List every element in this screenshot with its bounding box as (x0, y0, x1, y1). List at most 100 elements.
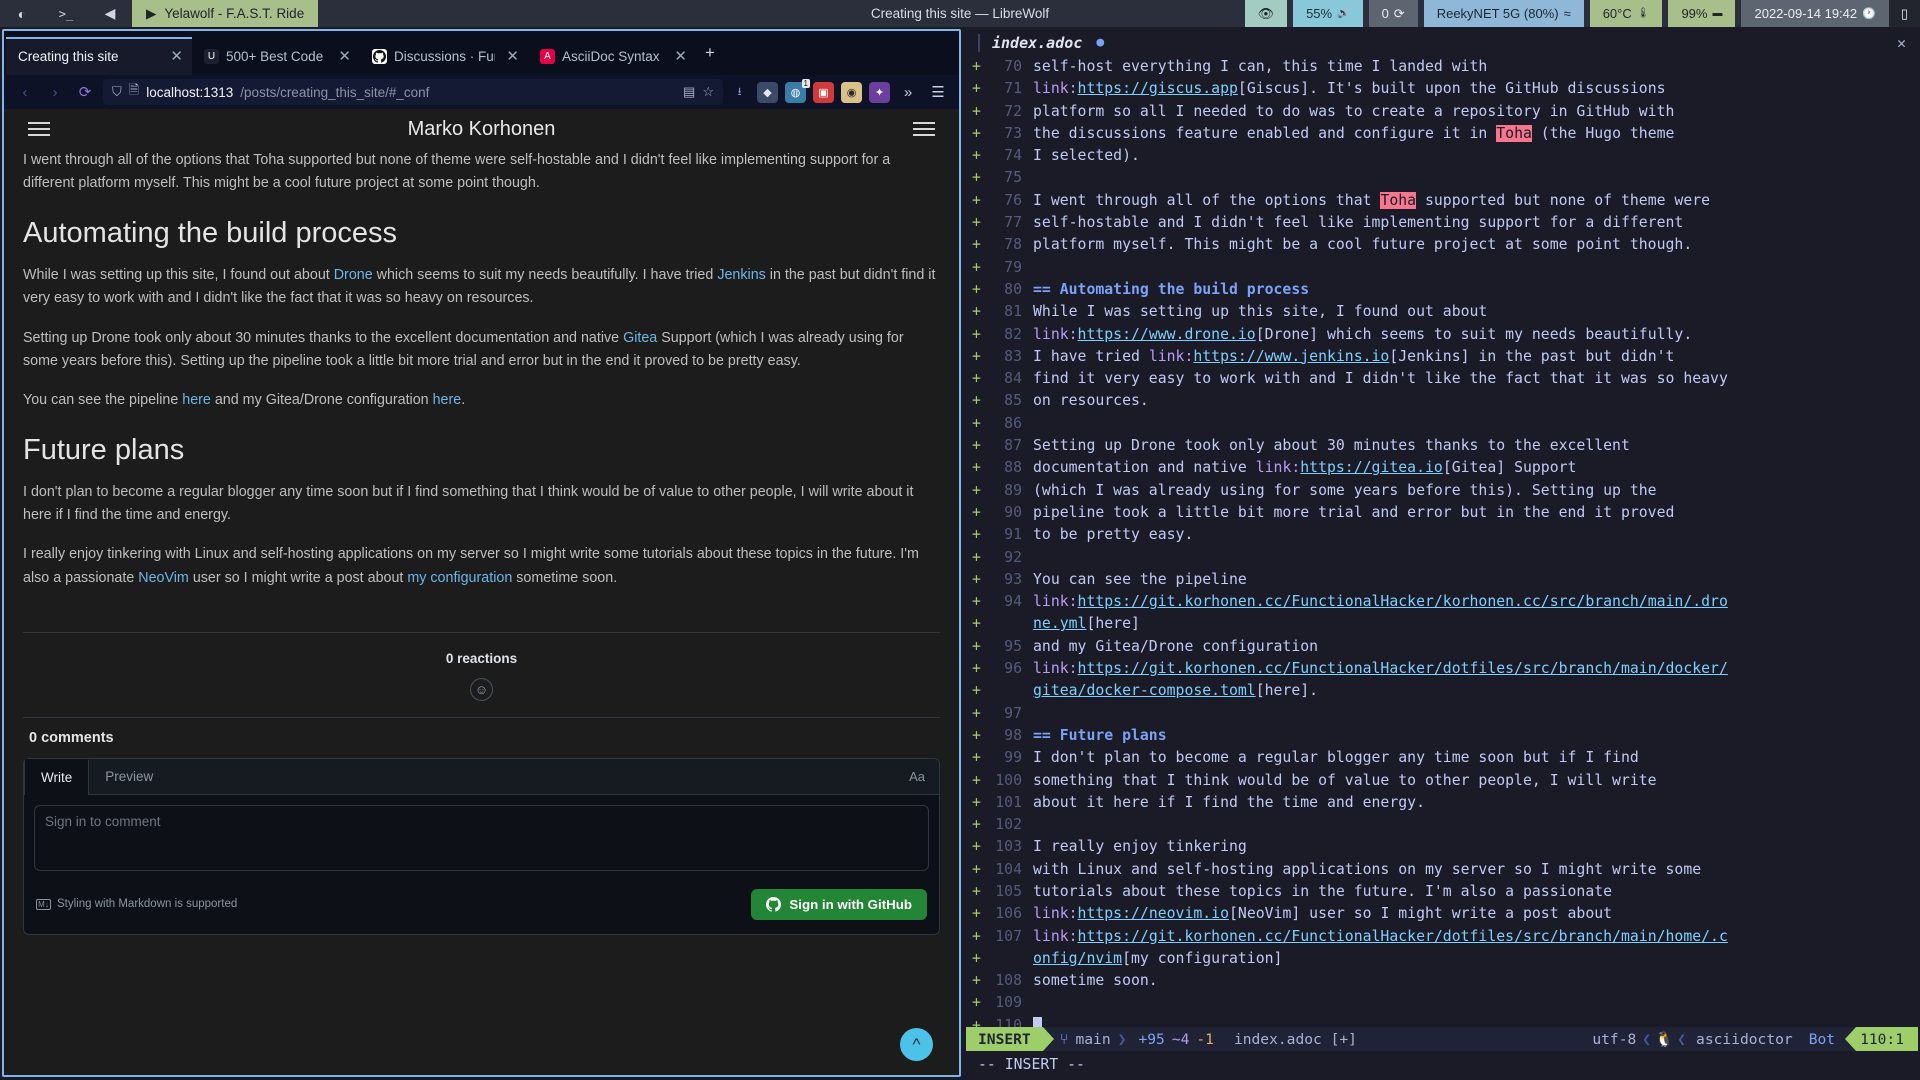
tab-close-icon[interactable]: ✕ (502, 47, 519, 65)
web-page: Marko Korhonen I went through all of the… (4, 109, 959, 1075)
extension-red-icon[interactable]: ▣ (813, 81, 834, 103)
app-menu-button[interactable]: ☰ (926, 80, 950, 104)
editor-line: +101 about it here if I find the time and… (966, 792, 1918, 814)
heading-automating-build: Automating the build process (23, 217, 397, 250)
eye-module[interactable]: 👁 (1244, 0, 1288, 27)
workspace-terminal[interactable]: >_ (44, 0, 88, 27)
line-number: 73 (1004, 124, 1022, 142)
tab-title: AsciiDoc Syntax Quick (562, 48, 663, 64)
browser-tab[interactable]: Creating this site ✕ (6, 37, 192, 75)
battery-icon: ▬ (1712, 8, 1723, 19)
browser-tab[interactable]: U 500+ Best Code Pictur ✕ (192, 37, 360, 75)
download-icon[interactable]: ⭳ (729, 82, 750, 103)
line-number: 75 (1004, 169, 1022, 187)
text: You can see the pipeline (23, 391, 183, 408)
tab-close-icon[interactable]: ✕ (166, 47, 183, 65)
tab-favicon-icon: A (540, 48, 555, 64)
workspace-telegram[interactable]: ◀ (88, 0, 132, 27)
inline-url: gitea/docker-compose.toml (1033, 682, 1256, 700)
statusline-filename: index.adoc [+] (1233, 1030, 1357, 1048)
browser-tab[interactable]: Discussions · Functional ✕ (360, 37, 528, 75)
extension-ublock-icon[interactable]: ◍ 1 (785, 78, 810, 103)
line-text (1033, 547, 1918, 569)
updates-module[interactable]: 0 ⟳ (1368, 0, 1418, 27)
extension-bird-icon[interactable]: ✦ (869, 81, 890, 103)
close-icon[interactable]: ✕ (1897, 34, 1906, 52)
sign-in-with-github-button[interactable]: Sign in with GitHub (751, 888, 927, 920)
git-add-sign-icon: + (972, 102, 981, 120)
scroll-to-top-button[interactable]: ^ (900, 1028, 933, 1061)
new-tab-button[interactable]: + (696, 43, 724, 63)
workspace-moon[interactable]: ◐ (0, 0, 44, 27)
git-add-sign-icon: + (972, 972, 981, 990)
editor-line: +72 platform so all I needed to do was to… (966, 101, 1918, 123)
text: something that I think would be of value… (1033, 771, 1657, 789)
text: and my Gitea/Drone configuration (1033, 637, 1319, 655)
telegram-icon: ◀ (104, 5, 116, 21)
extension-badge: 1 (801, 78, 810, 88)
chevron-left-icon-2: ❮ (1677, 1030, 1687, 1048)
forward-button[interactable]: › (43, 80, 67, 104)
inline-link[interactable]: here (433, 392, 462, 408)
text: I don't plan to become a regular blogger… (23, 484, 914, 524)
editor-line: +77 self-hostable and I didn't feel like … (966, 212, 1918, 234)
page-info-icon[interactable]: 🗎 (129, 81, 139, 103)
tab-preview[interactable]: Preview (89, 759, 169, 794)
inline-url: https://www.drone.io (1077, 325, 1256, 343)
editor-line: +89 (which I was already using for some y… (966, 480, 1918, 502)
inline-link[interactable]: here (182, 392, 211, 408)
network-module[interactable]: ReekyNET 5G (80%) ≈ (1423, 0, 1584, 27)
git-branch[interactable]: ⑂ main ❯ (1054, 1031, 1133, 1048)
inline-link[interactable]: Jenkins (717, 267, 765, 283)
add-reaction-button[interactable]: ☺ (470, 677, 493, 701)
text: to be pretty easy. (1033, 526, 1194, 544)
bookmark-star-icon[interactable]: ☆ (702, 84, 714, 100)
editor-filename[interactable]: index.adoc (992, 34, 1082, 52)
sign-in-label: Sign in with GitHub (789, 896, 912, 912)
temperature-module[interactable]: 60°C 🌡 (1589, 0, 1663, 27)
line-text: documentation and native link:https://gi… (1033, 457, 1918, 479)
git-add-sign-icon: + (972, 994, 981, 1012)
tab-close-icon[interactable]: ✕ (334, 47, 351, 65)
extensions-area: ⭳ ◆ ◍ 1 ▣ ◉ ✦ (729, 78, 890, 103)
inline-link[interactable]: NeoVim (138, 570, 189, 586)
address-bar[interactable]: ⛉ 🗎 localhost:1313/posts/creating_this_s… (103, 79, 723, 105)
editor-line: +110 (966, 1015, 1918, 1027)
inline-link[interactable]: Drone (334, 267, 373, 283)
text-format-button[interactable]: Aa (895, 759, 939, 794)
inline-link[interactable]: my configuration (407, 570, 512, 586)
inline-link[interactable]: Gitea (623, 330, 657, 346)
overflow-button[interactable]: » (896, 80, 920, 104)
text: [Giscus]. It's built upon the GitHub dis… (1237, 80, 1666, 98)
extension-cat-icon[interactable]: ◉ (841, 81, 862, 103)
line-number: 98 (1004, 726, 1022, 744)
browser-tab[interactable]: A AsciiDoc Syntax Quick ✕ (528, 37, 696, 75)
refresh-icon: ⟳ (1393, 5, 1405, 21)
editor-line: +103 I really enjoy tinkering (966, 836, 1918, 858)
clock-value: 2022-09-14 19:42 (1754, 6, 1858, 21)
line-number: 90 (1004, 503, 1022, 521)
battery-value: 99% (1681, 6, 1708, 21)
tab-close-icon[interactable]: ✕ (670, 47, 687, 65)
tab-write[interactable]: Write (24, 758, 90, 795)
clock-icon: 🕐 (1862, 8, 1876, 20)
extension-shield-icon[interactable]: ◆ (757, 81, 778, 103)
reload-button[interactable]: ⟳ (73, 80, 97, 104)
editor-line: +70 self-host everything I can, this time… (966, 56, 1918, 78)
editor-line: +79 (966, 257, 1918, 279)
shield-icon[interactable]: ⛉ (112, 84, 122, 100)
editor-statusline: INSERT ⑂ main ❯ +95 ~4 -1 index.adoc [+]… (966, 1027, 1918, 1051)
power-button[interactable]: ▯ (1888, 0, 1920, 27)
clock-module[interactable]: 2022-09-14 19:42 🕐 (1741, 0, 1889, 27)
editor-buffer[interactable]: +70 self-host everything I can, this time… (966, 56, 1918, 1027)
tab-favicon-icon (372, 48, 387, 64)
volume-module[interactable]: 55% 🔊 (1293, 0, 1363, 27)
line-number: 81 (1004, 303, 1022, 321)
battery-module[interactable]: 99% ▬ (1668, 0, 1736, 27)
back-button[interactable]: ‹ (13, 80, 37, 104)
reader-mode-icon[interactable]: ▤ (683, 84, 695, 100)
comment-input[interactable]: Sign in to comment (34, 804, 929, 871)
editor-line: + onfig/nvim[my configuration] (966, 948, 1918, 970)
editor-line: +98 == Future plans (966, 725, 1918, 747)
git-add-sign-icon: + (972, 749, 981, 767)
